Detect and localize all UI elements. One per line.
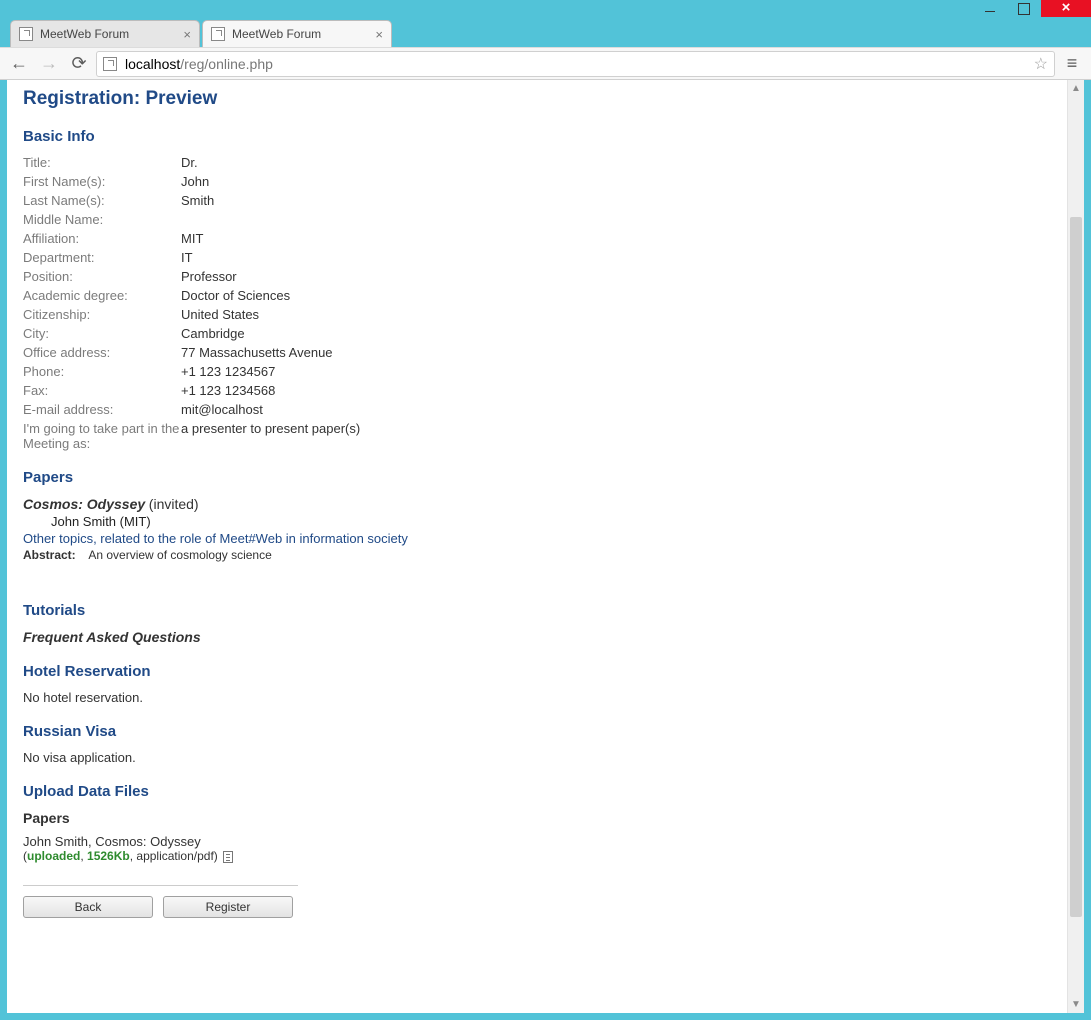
- document-icon[interactable]: [223, 851, 233, 863]
- field-label: Middle Name:: [23, 212, 181, 227]
- field-value: IT: [181, 250, 1051, 265]
- field-label: City:: [23, 326, 181, 341]
- reload-button[interactable]: ⟳: [66, 51, 92, 77]
- button-row: Back Register: [23, 896, 1051, 918]
- bookmark-star-icon[interactable]: ☆: [1034, 54, 1048, 74]
- field-label: Citizenship:: [23, 307, 181, 322]
- field-value: Doctor of Sciences: [181, 288, 1051, 303]
- section-papers: Papers: [23, 469, 1051, 486]
- abstract-label: Abstract:: [23, 548, 76, 562]
- minimize-button[interactable]: [973, 0, 1007, 17]
- upload-status-size: 1526Kb: [87, 849, 130, 863]
- page-content: Registration: Preview Basic Info Title:D…: [7, 80, 1067, 1013]
- field-value: Smith: [181, 193, 1051, 208]
- scroll-up-arrow-icon[interactable]: ▲: [1068, 80, 1084, 97]
- maximize-button[interactable]: [1007, 0, 1041, 17]
- window-titlebar: ×: [0, 0, 1091, 17]
- upload-sub-heading: Papers: [23, 810, 1051, 826]
- page-icon: [211, 27, 225, 41]
- page-title: Registration: Preview: [23, 88, 1051, 110]
- field-value: +1 123 1234568: [181, 383, 1051, 398]
- tab-title: MeetWeb Forum: [40, 27, 129, 41]
- field-value: mit@localhost: [181, 402, 1051, 417]
- page-icon: [19, 27, 33, 41]
- hamburger-menu-button[interactable]: ≡: [1059, 51, 1085, 77]
- section-basic-info: Basic Info: [23, 128, 1051, 145]
- abstract-text: An overview of cosmology science: [88, 548, 271, 562]
- upload-status-mime: application/pdf: [136, 849, 213, 863]
- field-value: Professor: [181, 269, 1051, 284]
- close-window-button[interactable]: ×: [1041, 0, 1091, 17]
- field-value: a presenter to present paper(s): [181, 421, 1051, 451]
- browser-toolbar: ← → ⟳ localhost/reg/online.php ☆ ≡: [0, 47, 1091, 80]
- field-label: Academic degree:: [23, 288, 181, 303]
- window-controls: ×: [973, 0, 1091, 17]
- browser-tab[interactable]: MeetWeb Forum ×: [10, 20, 200, 47]
- field-value: Dr.: [181, 155, 1051, 170]
- tab-title: MeetWeb Forum: [232, 27, 321, 41]
- visa-text: No visa application.: [23, 750, 1051, 765]
- field-label: Department:: [23, 250, 181, 265]
- register-button[interactable]: Register: [163, 896, 293, 918]
- close-tab-icon[interactable]: ×: [183, 27, 191, 42]
- scroll-track[interactable]: [1068, 97, 1084, 996]
- close-tab-icon[interactable]: ×: [375, 27, 383, 42]
- paper-title: Cosmos: Odyssey: [23, 496, 145, 512]
- field-label: Title:: [23, 155, 181, 170]
- field-label: E-mail address:: [23, 402, 181, 417]
- url-host: localhost: [125, 56, 180, 72]
- upload-status-uploaded: uploaded: [27, 849, 80, 863]
- basic-info-grid: Title:Dr.First Name(s):JohnLast Name(s):…: [23, 155, 1051, 451]
- paper-topic: Other topics, related to the role of Mee…: [23, 531, 1051, 546]
- vertical-scrollbar[interactable]: ▲ ▼: [1067, 80, 1084, 1013]
- field-value: John: [181, 174, 1051, 189]
- tab-strip: MeetWeb Forum × MeetWeb Forum ×: [0, 17, 1091, 47]
- back-button[interactable]: Back: [23, 896, 153, 918]
- url-path: /reg/online.php: [180, 56, 273, 72]
- field-value: United States: [181, 307, 1051, 322]
- browser-tab-active[interactable]: MeetWeb Forum ×: [202, 20, 392, 47]
- page-icon: [103, 57, 117, 71]
- section-upload: Upload Data Files: [23, 783, 1051, 800]
- browser-window: × MeetWeb Forum × MeetWeb Forum × ← → ⟳ …: [0, 0, 1091, 1020]
- scroll-thumb[interactable]: [1070, 217, 1082, 917]
- field-label: Affiliation:: [23, 231, 181, 246]
- section-hotel: Hotel Reservation: [23, 663, 1051, 680]
- field-label: First Name(s):: [23, 174, 181, 189]
- field-value: MIT: [181, 231, 1051, 246]
- field-label: Office address:: [23, 345, 181, 360]
- paper-abstract: Abstract: An overview of cosmology scien…: [23, 548, 1051, 562]
- paper-author: John Smith (MIT): [51, 514, 1051, 529]
- page-viewport: Registration: Preview Basic Info Title:D…: [7, 80, 1084, 1013]
- field-value: 77 Massachusetts Avenue: [181, 345, 1051, 360]
- tutorial-title: Frequent Asked Questions: [23, 629, 1051, 645]
- field-label: Fax:: [23, 383, 181, 398]
- hotel-text: No hotel reservation.: [23, 690, 1051, 705]
- paper-status: (invited): [149, 496, 199, 512]
- section-visa: Russian Visa: [23, 723, 1051, 740]
- section-tutorials: Tutorials: [23, 602, 1051, 619]
- field-label: Phone:: [23, 364, 181, 379]
- field-label: Position:: [23, 269, 181, 284]
- field-value: [181, 212, 1051, 227]
- divider: [23, 885, 298, 886]
- address-bar[interactable]: localhost/reg/online.php ☆: [96, 51, 1055, 77]
- forward-button[interactable]: →: [36, 51, 62, 77]
- uploaded-file-status: (uploaded, 1526Kb, application/pdf): [23, 849, 1051, 863]
- field-value: Cambridge: [181, 326, 1051, 341]
- scroll-down-arrow-icon[interactable]: ▼: [1068, 996, 1084, 1013]
- back-button[interactable]: ←: [6, 51, 32, 77]
- uploaded-file-title: John Smith, Cosmos: Odyssey: [23, 834, 1051, 849]
- field-label: I'm going to take part in the Meeting as…: [23, 421, 181, 451]
- field-label: Last Name(s):: [23, 193, 181, 208]
- paper-item: Cosmos: Odyssey (invited) John Smith (MI…: [23, 496, 1051, 562]
- field-value: +1 123 1234567: [181, 364, 1051, 379]
